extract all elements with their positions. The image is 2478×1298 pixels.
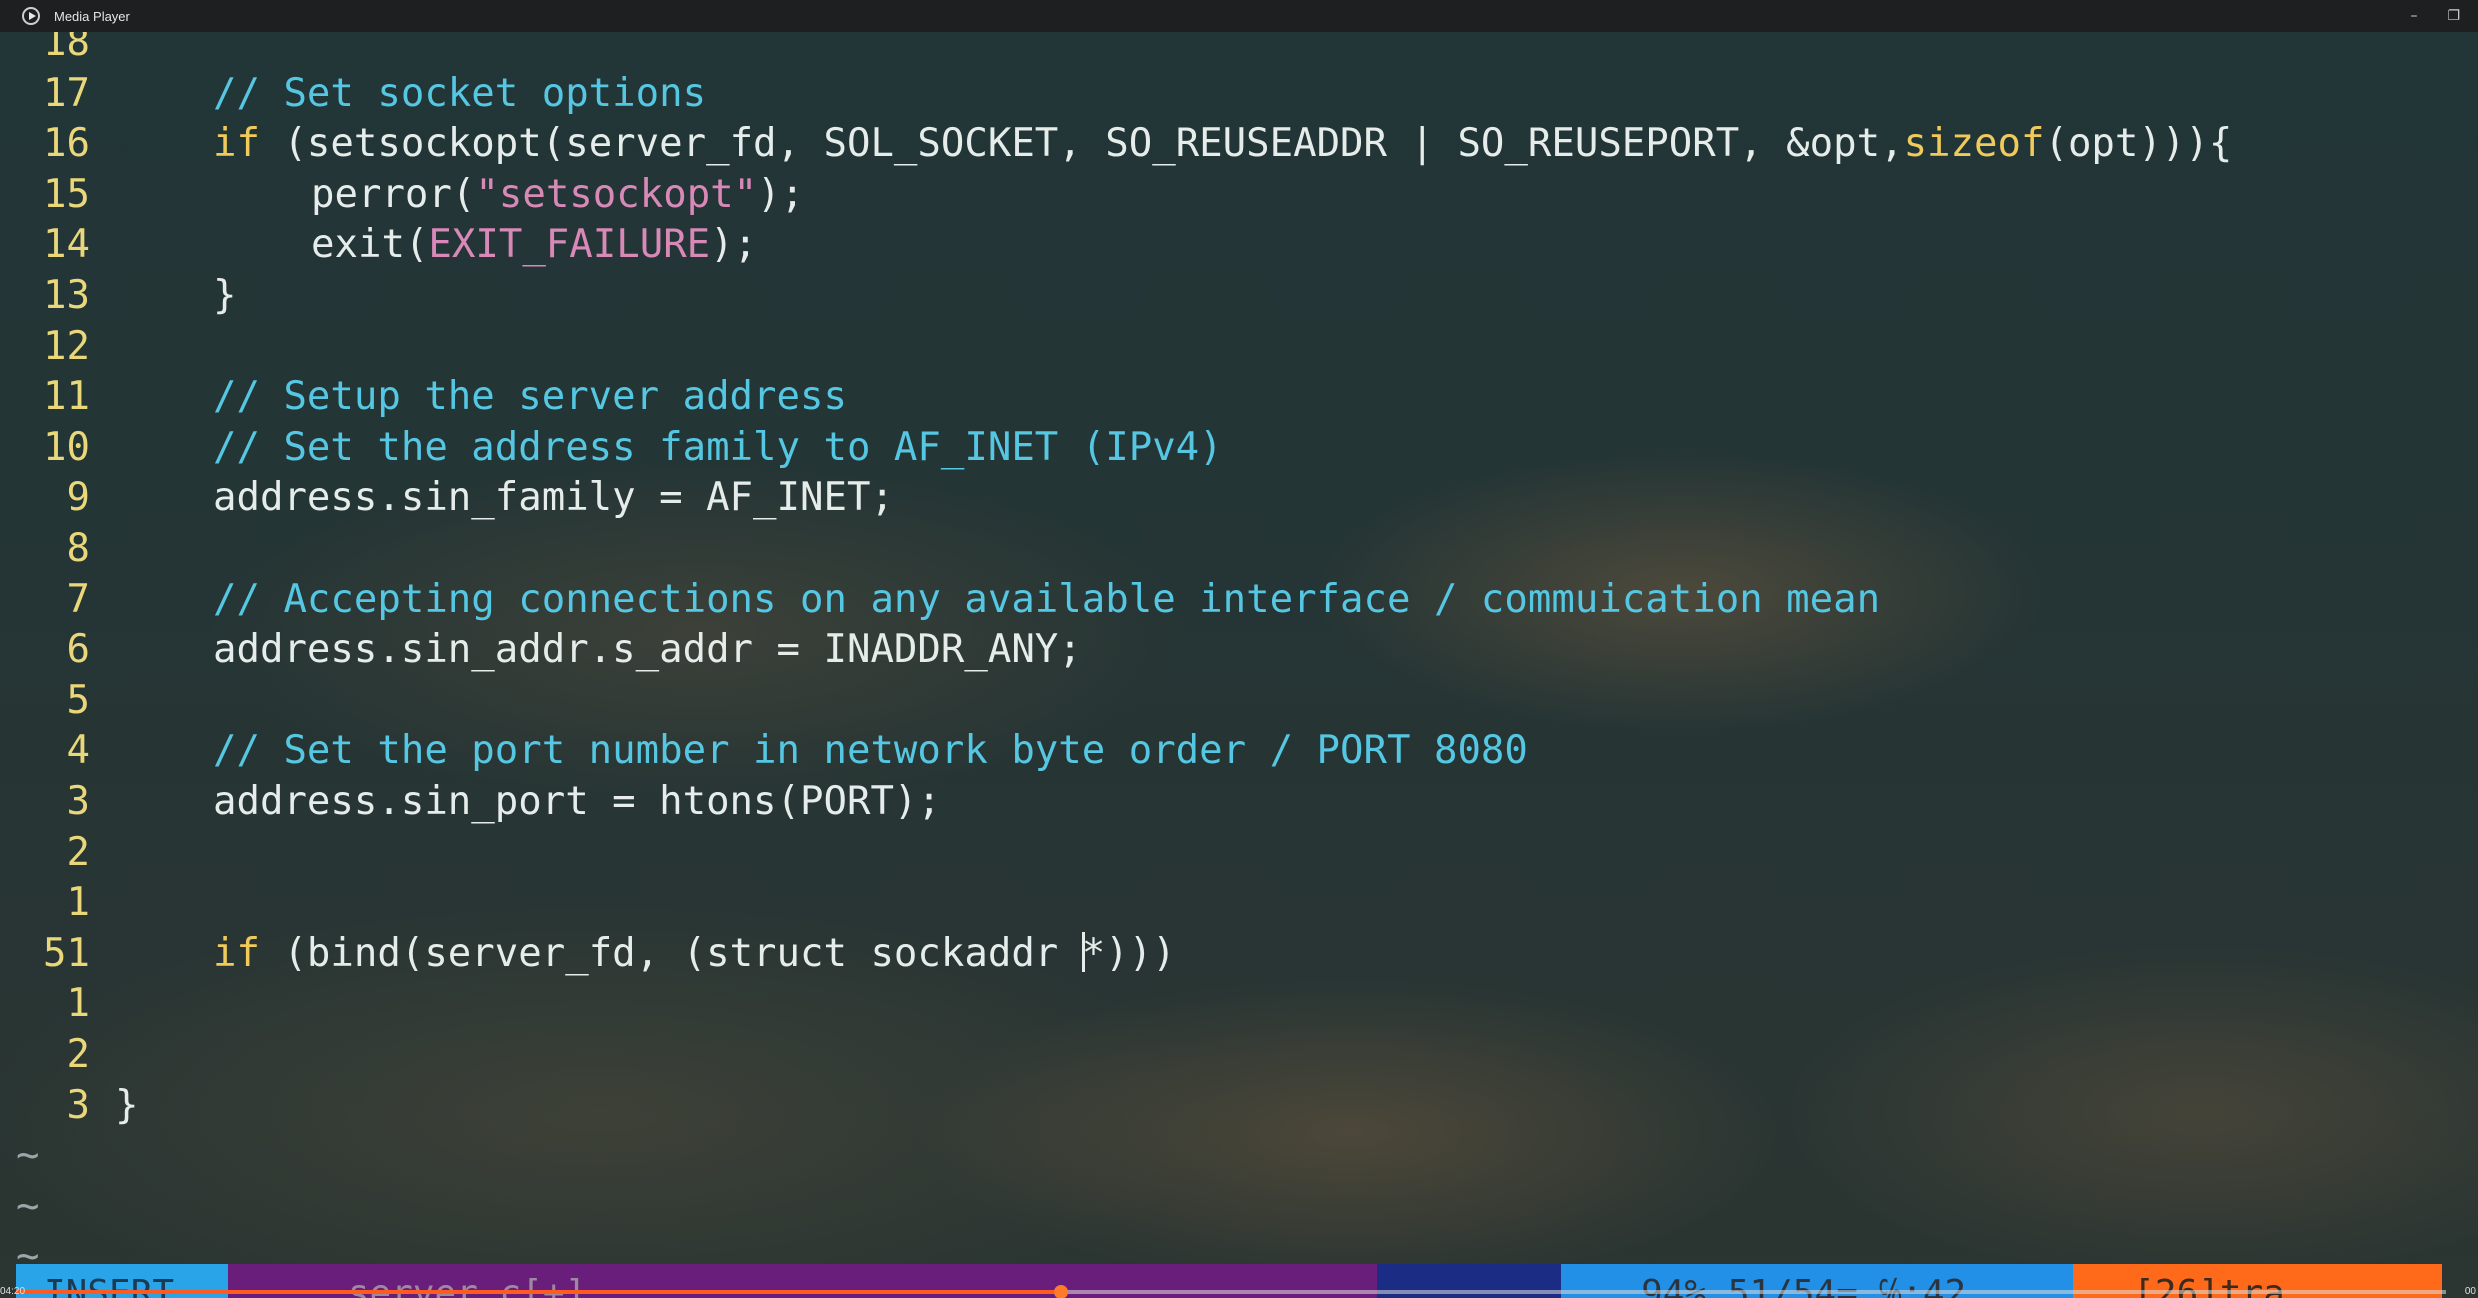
restore-button[interactable]: ❐	[2447, 8, 2460, 24]
line-text: // Accepting connections on any availabl…	[213, 575, 1880, 625]
line-text: // Setup the server address	[213, 372, 847, 422]
line-text: // Set socket options	[213, 69, 706, 119]
code-token: );	[757, 171, 805, 217]
line-number: 14	[43, 222, 90, 268]
line-text: address.sin_addr.s_addr = INADDR_ANY;	[213, 625, 1082, 675]
code-token: (opt))){	[2044, 121, 2233, 167]
code-token: // Set the address family to AF_INET (IP…	[213, 424, 1223, 470]
title-bar: Media Player – ❐	[0, 0, 2478, 32]
video-frame[interactable]: 18 17// Set socket options 16 if (setsockop…	[0, 32, 2478, 1298]
line-number: 8	[66, 526, 90, 571]
seek-bar-fill	[16, 1290, 1061, 1294]
code-token: address.sin_port = htons(PORT);	[213, 779, 941, 824]
line-number: 51	[43, 930, 90, 976]
seek-bar[interactable]	[16, 1285, 2446, 1298]
code-token: // Set socket options	[213, 70, 707, 116]
code-line: 9 address.sin_family = AF_INET;	[0, 473, 2478, 523]
line-number: 15	[43, 171, 90, 217]
line-number: 2	[66, 1032, 90, 1077]
line-number: 1	[66, 981, 90, 1027]
code-line: 3}	[0, 1081, 2478, 1131]
code-token: if	[213, 930, 260, 976]
code-line: 5	[0, 676, 2478, 726]
window-title: Media Player	[54, 8, 130, 24]
line-number: 9	[66, 475, 90, 521]
code-token: }	[115, 1082, 139, 1128]
line-text: if (setsockopt(server_fd, SOL_SOCKET, SO…	[213, 119, 2232, 169]
line-number: 18	[43, 32, 90, 65]
tilde-marker: ~	[16, 1133, 40, 1179]
line-number: 13	[43, 273, 90, 318]
line-number: 6	[66, 627, 90, 673]
code-token: // Setup the server address	[213, 374, 847, 420]
code-token: "setsockopt"	[475, 171, 758, 217]
code-token: address.sin_addr.s_addr = INADDR_ANY;	[213, 627, 1082, 673]
code-token: perror(	[311, 171, 476, 217]
line-number: 4	[66, 728, 90, 774]
line-text: address.sin_family = AF_INET;	[213, 473, 894, 523]
code-token: (setsockopt(server_fd, SOL_SOCKET, SO_RE…	[259, 121, 1904, 167]
code-line: 11 // Setup the server address	[0, 372, 2478, 422]
code-line: 4 // Set the port number in network byte …	[0, 726, 2478, 776]
code-line: 6 address.sin_addr.s_addr = INADDR_ANY;	[0, 625, 2478, 675]
line-number: 11	[43, 374, 90, 420]
line-text: }	[115, 1081, 138, 1131]
code-line: 10 // Set the address family to AF_INET (…	[0, 423, 2478, 473]
code-line: 1	[0, 878, 2478, 928]
line-number: 2	[66, 829, 90, 875]
line-number: 17	[43, 70, 90, 116]
code-token: // Set the port number in network byte o…	[213, 728, 1528, 774]
code-line: 18	[0, 32, 2478, 68]
code-line: 12	[0, 322, 2478, 372]
code-line: 3 address.sin_port = htons(PORT);	[0, 777, 2478, 827]
current-code-line: 51 if (bind(server_fd, (struct sockaddr *…	[0, 929, 2478, 979]
code-token: );	[710, 222, 758, 268]
remaining-time: 00	[2464, 1286, 2476, 1297]
line-number: 7	[66, 576, 90, 622]
line-number: 12	[43, 323, 90, 369]
line-text: // Set the address family to AF_INET (IP…	[213, 423, 1223, 473]
code-token: (bind(server_fd, (struct sockaddr	[259, 930, 1082, 976]
code-line: 2	[0, 1030, 2478, 1080]
code-line: 14 exit(EXIT_FAILURE);	[0, 220, 2478, 270]
line-number: 5	[66, 677, 90, 723]
code-token: EXIT_FAILURE	[428, 222, 711, 268]
code-line: 16 if (setsockopt(server_fd, SOL_SOCKET, …	[0, 119, 2478, 169]
code-line: 8	[0, 524, 2478, 574]
line-text: perror("setsockopt");	[311, 170, 804, 220]
minimize-button[interactable]: –	[2410, 8, 2417, 24]
elapsed-time: 04:20	[0, 1286, 26, 1297]
code-token: exit(	[311, 222, 429, 268]
media-player-icon	[22, 7, 40, 25]
line-number: 1	[66, 880, 90, 926]
line-text: exit(EXIT_FAILURE);	[311, 220, 757, 270]
code-line: 1	[0, 979, 2478, 1029]
line-text: }	[213, 271, 236, 321]
line-text: address.sin_port = htons(PORT);	[213, 777, 941, 827]
code-line: 2	[0, 828, 2478, 878]
code-line: 17 // Set socket options	[0, 69, 2478, 119]
code-token: if	[213, 121, 260, 167]
line-number: 3	[66, 779, 90, 824]
window-controls: – ❐	[2410, 0, 2460, 32]
tilde-marker: ~	[16, 1183, 40, 1229]
code-token: }	[213, 273, 237, 318]
code-token: sizeof	[1903, 121, 2045, 167]
code-token: // Accepting connections on any availabl…	[213, 576, 1881, 622]
code-line: 7 // Accepting connections on any availab…	[0, 575, 2478, 625]
line-text: if (bind(server_fd, (struct sockaddr *))…	[213, 929, 1176, 979]
code-token: *)))	[1081, 930, 1176, 976]
line-number: 3	[66, 1082, 90, 1128]
line-number: 16	[43, 121, 90, 167]
code-line: 13}	[0, 271, 2478, 321]
seek-bar-thumb[interactable]	[1053, 1285, 1068, 1298]
code-line: 15 perror("setsockopt");	[0, 170, 2478, 220]
code-token: address.sin_family = AF_INET;	[213, 475, 894, 521]
line-number: 10	[43, 424, 90, 470]
line-text: // Set the port number in network byte o…	[213, 726, 1528, 776]
